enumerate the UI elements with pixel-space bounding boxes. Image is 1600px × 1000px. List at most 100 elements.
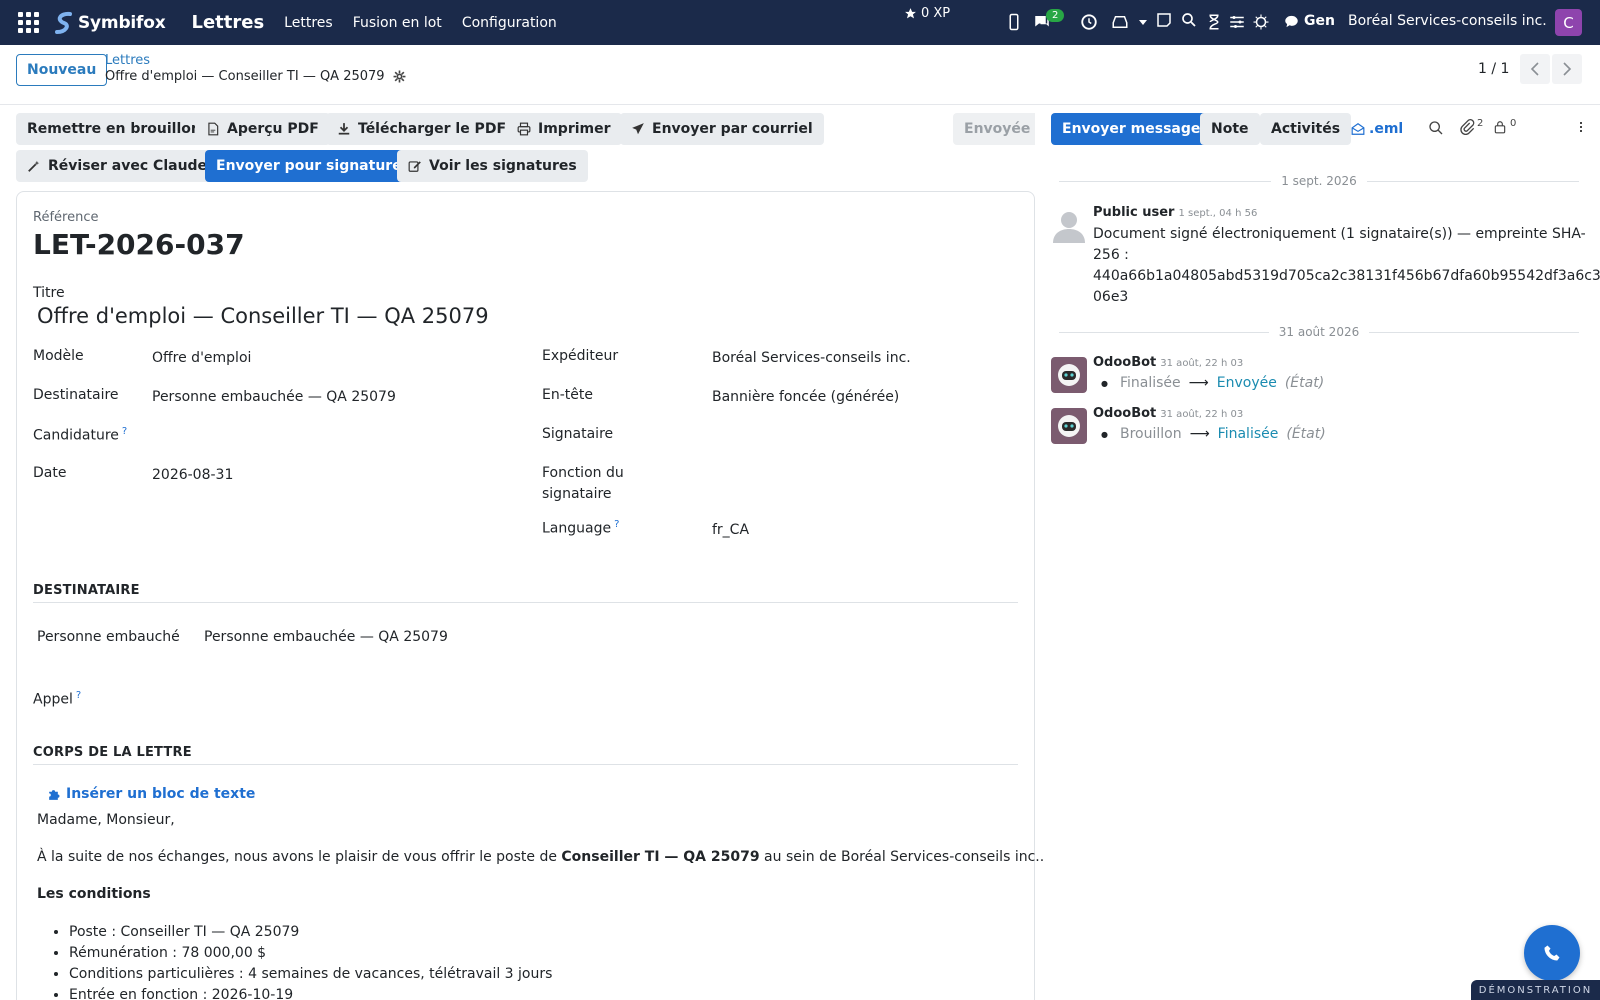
more-options-icon[interactable]	[1580, 122, 1582, 134]
sender-field[interactable]: Boréal Services-conseils inc.	[712, 350, 911, 366]
status-sent-button[interactable]: Envoyée	[953, 113, 1042, 145]
send-by-email-button[interactable]: Envoyer par courriel	[620, 113, 824, 145]
date-label: Date	[33, 465, 67, 481]
preview-pdf-label: Aperçu PDF	[227, 121, 319, 137]
odoobot-icon	[1058, 415, 1080, 437]
breadcrumb: Offre d'emploi — Conseiller TI — QA 2507…	[105, 69, 406, 84]
company-switcher[interactable]: Boréal Services-conseils inc.	[1348, 13, 1547, 29]
activities-button[interactable]: Activités	[1260, 113, 1352, 145]
phone-call-button[interactable]	[1524, 925, 1580, 981]
avatar[interactable]	[1051, 207, 1087, 243]
comment-icon	[1285, 15, 1298, 27]
letter-body-editor[interactable]: Madame, Monsieur, À la suite de nos écha…	[37, 812, 1044, 1000]
download-pdf-button[interactable]: Télécharger le PDF	[326, 113, 518, 145]
message-author: OdooBot 31 août, 22 h 03	[1093, 355, 1243, 370]
message-line: Document signé électroniquement (1 signa…	[1093, 226, 1586, 242]
reference-label: Référence	[33, 210, 99, 225]
avatar[interactable]	[1051, 357, 1087, 393]
template-field[interactable]: Offre d'emploi	[152, 350, 251, 366]
log-note-button[interactable]: Note	[1200, 113, 1260, 145]
phone-icon	[1544, 945, 1560, 961]
chat-count-badge: 2	[1046, 9, 1065, 22]
print-icon	[517, 122, 531, 136]
review-with-claude-label: Réviser avec Claude	[48, 158, 208, 174]
user-placeholder-icon	[1053, 212, 1085, 243]
review-with-claude-button[interactable]: Réviser avec Claude	[16, 150, 219, 182]
date-field[interactable]: 2026-08-31	[152, 467, 233, 483]
application-field[interactable]	[152, 426, 492, 446]
pager-previous-button[interactable]	[1520, 54, 1550, 84]
reset-to-draft-button[interactable]: Remettre en brouillon	[16, 113, 212, 145]
hourglass-icon[interactable]	[1205, 13, 1223, 31]
recipient-name-label: Personne embauchée	[37, 629, 179, 645]
send-for-signature-label: Envoyer pour signature	[216, 158, 402, 174]
pager-next-button[interactable]	[1552, 54, 1582, 84]
gear-icon[interactable]	[393, 70, 406, 83]
note-icon[interactable]	[1155, 11, 1173, 29]
eml-export-button[interactable]: .eml	[1345, 113, 1409, 145]
list-item: Poste : Conseiller TI — QA 25079	[69, 922, 552, 943]
message-body: Document signé électroniquement (1 signa…	[1093, 224, 1600, 308]
date-separator-label: 1 sept. 2026	[1281, 174, 1357, 188]
followers-count: 0	[1510, 118, 1517, 129]
help-icon[interactable]: ?	[614, 519, 619, 530]
signatory-field[interactable]	[712, 426, 1012, 446]
inbox-icon[interactable]	[1111, 13, 1129, 31]
language-label: Language?	[542, 519, 619, 537]
insert-text-block-button[interactable]: Insérer un bloc de texte	[47, 786, 255, 802]
list-item: Entrée en fonction : 2026-10-19	[69, 985, 552, 1000]
followers-button[interactable]: 0	[1493, 118, 1516, 136]
lock-icon	[1494, 121, 1506, 134]
send-message-button[interactable]: Envoyer message	[1051, 113, 1212, 145]
recipient-name-field[interactable]: Personne embauchée — QA 25079	[204, 629, 448, 645]
download-pdf-label: Télécharger le PDF	[358, 121, 507, 137]
attachments-button[interactable]: 2	[1459, 118, 1483, 136]
recipient-label: Destinataire	[33, 387, 119, 403]
avatar[interactable]	[1051, 408, 1087, 444]
gen-label: Gen	[1304, 13, 1335, 29]
tracking-old-value: Finalisée	[1119, 375, 1181, 391]
letter-intro-paragraph: À la suite de nos échanges, nous avons l…	[37, 849, 1044, 865]
chevron-left-icon	[1530, 62, 1539, 76]
view-signatures-label: Voir les signatures	[429, 158, 577, 174]
title-field[interactable]: Offre d'emploi — Conseiller TI — QA 2507…	[37, 304, 489, 328]
new-button[interactable]: Nouveau	[16, 54, 108, 86]
caret-down-icon[interactable]	[1138, 13, 1148, 31]
message-author: OdooBot 31 août, 22 h 03	[1093, 406, 1243, 421]
print-button[interactable]: Imprimer	[506, 113, 622, 145]
language-field[interactable]: fr_CA	[712, 522, 749, 538]
message-author: Public user 1 sept., 04 h 56	[1093, 205, 1257, 220]
letter-salutation: Madame, Monsieur,	[37, 812, 175, 828]
log-note-label: Note	[1211, 121, 1249, 137]
tracking-field-name: (État)	[1286, 426, 1326, 442]
sliders-icon[interactable]	[1228, 13, 1246, 31]
greeting-label-text: Appel	[33, 691, 73, 708]
recipient-field[interactable]: Personne embauchée — QA 25079	[152, 389, 396, 405]
user-avatar[interactable]: C	[1555, 9, 1582, 36]
mobile-icon[interactable]	[1005, 13, 1023, 31]
gen-assistant-button[interactable]: Gen	[1284, 13, 1335, 29]
conditions-heading: Les conditions	[37, 886, 151, 902]
view-signatures-button[interactable]: Voir les signatures	[397, 150, 588, 182]
bug-icon[interactable]	[1252, 13, 1270, 31]
status-sent-label: Envoyée	[964, 121, 1031, 137]
breadcrumb-parent-link[interactable]: Lettres	[105, 53, 150, 68]
clock-icon[interactable]	[1080, 13, 1098, 31]
chatter-search-icon[interactable]	[1428, 120, 1444, 136]
send-for-signature-button[interactable]: Envoyer pour signature	[205, 150, 413, 182]
xp-counter[interactable]: 0 XP	[904, 6, 950, 21]
message-line: 256 :	[1093, 247, 1129, 263]
date-separator-label: 31 août 2026	[1278, 325, 1360, 339]
tracking-new-value: Envoyée	[1216, 375, 1277, 391]
signatory-role-field[interactable]	[712, 465, 1012, 485]
preview-pdf-button[interactable]: Aperçu PDF	[195, 113, 330, 145]
help-icon[interactable]: ?	[122, 426, 127, 437]
edit-icon	[408, 161, 421, 172]
message-line: 06e3	[1093, 289, 1129, 305]
pager-value[interactable]: 1 / 1	[1478, 61, 1509, 77]
search-icon[interactable]	[1180, 11, 1198, 29]
send-message-label: Envoyer message	[1062, 121, 1201, 137]
help-icon[interactable]: ?	[76, 690, 81, 701]
header-field[interactable]: Bannière foncée (générée)	[712, 389, 899, 405]
message-line: 440a66b1a04805abd5319d705ca2c38131f456b6…	[1093, 268, 1600, 284]
